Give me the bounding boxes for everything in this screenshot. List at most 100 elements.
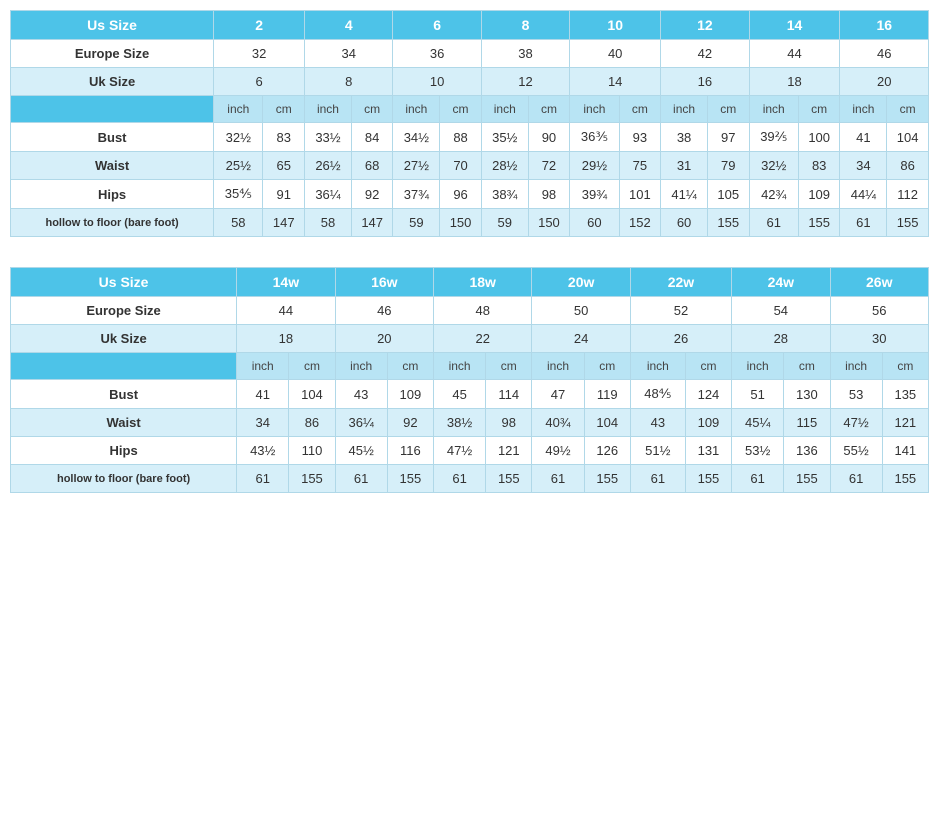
hips-inch-p3: 47½ — [434, 437, 486, 465]
eu-48p: 48 — [434, 297, 532, 325]
waist-row-plus: Waist 34 86 36¼ 92 38½ 98 40¾ 104 43 109… — [11, 409, 929, 437]
hollow-cm-7: 155 — [798, 209, 840, 237]
hollow-inch-2: 58 — [305, 209, 352, 237]
uk-8: 8 — [305, 68, 393, 96]
us-size-row-plus: Us Size 14w 16w 18w 20w 22w 24w 26w — [11, 268, 929, 297]
us-size-label-plus: Us Size — [11, 268, 237, 297]
uk-10: 10 — [393, 68, 481, 96]
hollow-cm-2: 147 — [351, 209, 393, 237]
hips-inch-p1: 43½ — [237, 437, 289, 465]
hollow-cm-p1: 155 — [289, 465, 335, 493]
hips-inch-2: 36¼ — [305, 180, 352, 209]
hollow-inch-5: 60 — [570, 209, 619, 237]
bust-inch-5: 36⅗ — [570, 123, 619, 152]
waist-inch-4: 28½ — [481, 152, 528, 180]
hollow-inch-p1: 61 — [237, 465, 289, 493]
waist-inch-p3: 38½ — [434, 409, 486, 437]
eu-56p: 56 — [830, 297, 928, 325]
hips-inch-5: 39¾ — [570, 180, 619, 209]
bust-inch-7: 39⅖ — [749, 123, 798, 152]
unit-label — [11, 96, 214, 123]
waist-inch-p6: 45¼ — [732, 409, 784, 437]
waist-inch-6: 31 — [661, 152, 708, 180]
hollow-cm-4: 150 — [528, 209, 570, 237]
us-size-label: Us Size — [11, 11, 214, 40]
unit-cm-4: cm — [528, 96, 570, 123]
unit-cm-p3: cm — [486, 353, 532, 380]
waist-cm-p1: 86 — [289, 409, 335, 437]
unit-cm-p5: cm — [685, 353, 731, 380]
waist-inch-3: 27½ — [393, 152, 440, 180]
us-26w: 26w — [830, 268, 928, 297]
waist-cm-2: 68 — [351, 152, 393, 180]
bust-cm-2: 84 — [351, 123, 393, 152]
hips-inch-8: 44¼ — [840, 180, 887, 209]
waist-cm-p5: 109 — [685, 409, 731, 437]
unit-inch-3: inch — [393, 96, 440, 123]
bust-cm-8: 104 — [887, 123, 929, 152]
bust-cm-p1: 104 — [289, 380, 335, 409]
hollow-cm-1: 147 — [263, 209, 305, 237]
eu-42: 42 — [661, 40, 749, 68]
waist-cm-p4: 104 — [584, 409, 630, 437]
bust-cm-p5: 124 — [685, 380, 731, 409]
uk-12: 12 — [481, 68, 569, 96]
us-20w: 20w — [532, 268, 630, 297]
hollow-label-plus: hollow to floor (bare foot) — [11, 465, 237, 493]
bust-inch-3: 34½ — [393, 123, 440, 152]
us-size-10: 10 — [570, 11, 661, 40]
eu-54p: 54 — [732, 297, 830, 325]
bust-inch-8: 41 — [840, 123, 887, 152]
hips-cm-p2: 116 — [387, 437, 433, 465]
unit-inch-p7: inch — [830, 353, 882, 380]
waist-inch-2: 26½ — [305, 152, 352, 180]
unit-cm-5: cm — [619, 96, 661, 123]
bust-cm-p3: 114 — [486, 380, 532, 409]
hips-row: Hips 35⅘ 91 36¼ 92 37¾ 96 38¾ 98 39¾ 101… — [11, 180, 929, 209]
hollow-inch-p6: 61 — [732, 465, 784, 493]
waist-inch-p7: 47½ — [830, 409, 882, 437]
us-size-2: 2 — [214, 11, 305, 40]
hips-inch-p2: 45½ — [335, 437, 387, 465]
bust-inch-p1: 41 — [237, 380, 289, 409]
hips-cm-5: 101 — [619, 180, 661, 209]
uk-14: 14 — [570, 68, 661, 96]
uk-26p: 26 — [630, 325, 731, 353]
hips-row-plus: Hips 43½ 110 45½ 116 47½ 121 49½ 126 51½… — [11, 437, 929, 465]
waist-inch-1: 25½ — [214, 152, 263, 180]
hollow-cm-p3: 155 — [486, 465, 532, 493]
bust-cm-7: 100 — [798, 123, 840, 152]
bust-cm-p4: 119 — [584, 380, 630, 409]
bust-inch-1: 32½ — [214, 123, 263, 152]
hollow-label: hollow to floor (bare foot) — [11, 209, 214, 237]
hollow-inch-1: 58 — [214, 209, 263, 237]
waist-inch-p5: 43 — [630, 409, 685, 437]
bust-cm-p6: 130 — [784, 380, 830, 409]
hollow-cm-p7: 155 — [882, 465, 928, 493]
bust-label-plus: Bust — [11, 380, 237, 409]
hips-cm-1: 91 — [263, 180, 305, 209]
waist-cm-1: 65 — [263, 152, 305, 180]
unit-inch-8: inch — [840, 96, 887, 123]
waist-label: Waist — [11, 152, 214, 180]
hips-cm-3: 96 — [440, 180, 482, 209]
waist-inch-8: 34 — [840, 152, 887, 180]
waist-cm-p2: 92 — [387, 409, 433, 437]
bust-cm-3: 88 — [440, 123, 482, 152]
bust-inch-6: 38 — [661, 123, 708, 152]
hollow-cm-5: 152 — [619, 209, 661, 237]
hips-cm-4: 98 — [528, 180, 570, 209]
uk-20: 20 — [840, 68, 929, 96]
bust-label: Bust — [11, 123, 214, 152]
unit-row: inch cm inch cm inch cm inch cm inch cm … — [11, 96, 929, 123]
us-size-8: 8 — [481, 11, 569, 40]
unit-cm-8: cm — [887, 96, 929, 123]
unit-cm-7: cm — [798, 96, 840, 123]
hips-inch-3: 37¾ — [393, 180, 440, 209]
bust-row: Bust 32½ 83 33½ 84 34½ 88 35½ 90 36⅗ 93 … — [11, 123, 929, 152]
us-24w: 24w — [732, 268, 830, 297]
hollow-inch-p5: 61 — [630, 465, 685, 493]
bust-cm-4: 90 — [528, 123, 570, 152]
waist-cm-p6: 115 — [784, 409, 830, 437]
hips-inch-4: 38¾ — [481, 180, 528, 209]
